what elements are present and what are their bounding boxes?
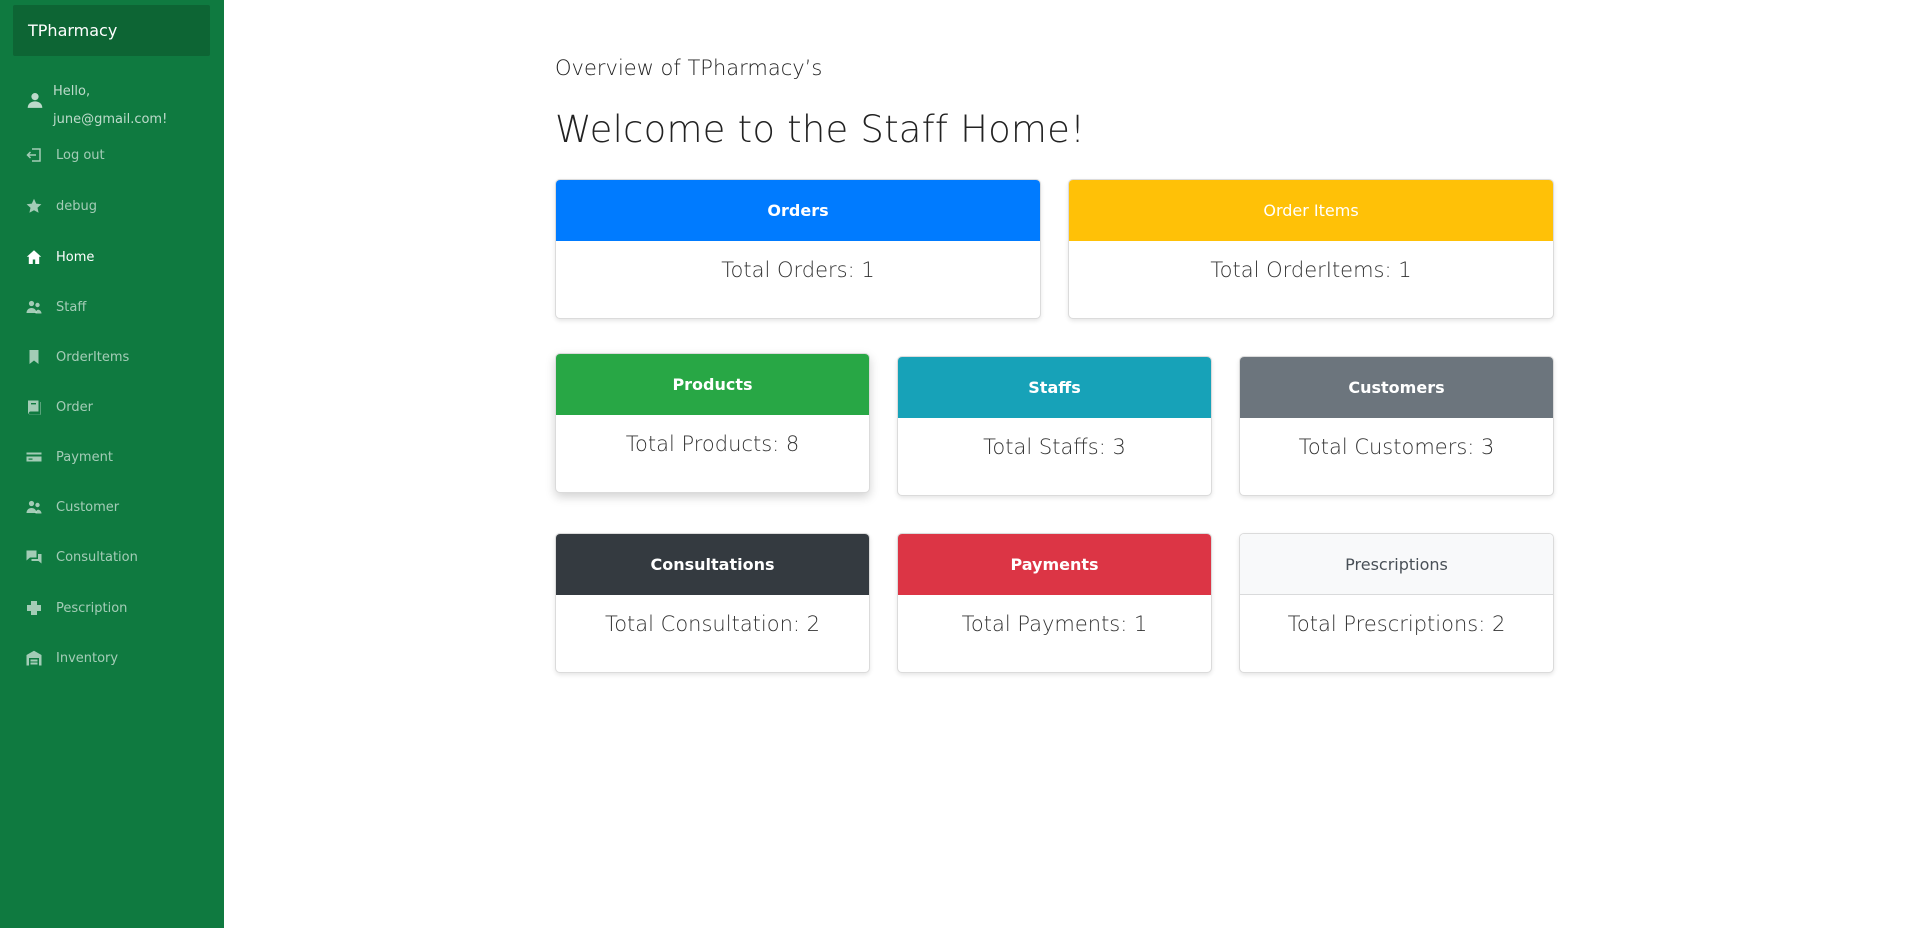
sidebar-item-staff[interactable]: Staff [26,295,86,319]
sidebar-item-order[interactable]: Order [26,395,93,419]
overview-subtitle: Overview of TPharmacy’s [555,56,823,80]
greeting-hello: Hello, [53,84,91,99]
card-header: Products [556,354,869,415]
sidebar-item-logout[interactable]: Log out [26,143,105,167]
sidebar-item-label: OrderItems [56,349,130,365]
sidebar-item-label: Home [56,249,95,265]
orders-card[interactable]: Orders Total Orders: 1 [555,179,1041,319]
user-icon [26,91,44,109]
chat-icon [26,549,42,565]
sidebar-item-payment[interactable]: Payment [26,445,113,469]
sidebar-item-label: Pescription [56,600,128,616]
users-icon [26,299,42,315]
page-title: Welcome to the Staff Home! [555,108,1086,151]
staffs-card[interactable]: Staffs Total Staffs: 3 [897,356,1212,496]
star-icon [26,198,42,214]
payments-card[interactable]: Payments Total Payments: 1 [897,533,1212,673]
sidebar-item-label: Log out [56,147,105,163]
card-body: Total Orders: 1 [721,258,875,282]
customers-card[interactable]: Customers Total Customers: 3 [1239,356,1554,496]
card-header: Prescriptions [1240,534,1553,595]
order-items-card[interactable]: Order Items Total OrderItems: 1 [1068,179,1554,319]
logout-icon [26,147,42,163]
sidebar-item-inventory[interactable]: Inventory [26,646,118,670]
card-body: Total Prescriptions: 2 [1287,612,1506,636]
sidebar-item-label: debug [56,198,97,214]
user-greeting: Hello, june@gmail.com! [26,78,167,134]
warehouse-icon [26,650,42,666]
card-header: Payments [898,534,1211,595]
card-body: Total OrderItems: 1 [1210,258,1412,282]
sidebar-item-label: Inventory [56,650,119,666]
sidebar-item-label: Customer [56,499,120,515]
sidebar: TPharmacy Hello, june@gmail.com! Log out… [0,0,224,928]
bookmark-icon [26,349,42,365]
card-header: Consultations [556,534,869,595]
sidebar-item-label: Staff [56,299,87,315]
card-body: Total Products: 8 [625,432,800,456]
sidebar-item-label: Payment [56,449,113,465]
card-body: Total Staffs: 3 [983,435,1126,459]
card-header: Orders [556,180,1040,241]
card-header: Customers [1240,357,1553,418]
prescriptions-card[interactable]: Prescriptions Total Prescriptions: 2 [1239,533,1554,673]
book-icon [26,399,42,415]
sidebar-item-customer[interactable]: Customer [26,495,119,519]
brand-logo[interactable]: TPharmacy [13,5,210,56]
greeting-email: june@gmail.com! [53,112,168,127]
card-body: Total Payments: 1 [961,612,1148,636]
sidebar-item-consultation[interactable]: Consultation [26,545,138,569]
home-icon [26,249,42,265]
sidebar-item-label: Order [56,399,93,415]
sidebar-item-debug[interactable]: debug [26,194,97,218]
sidebar-item-pescription[interactable]: Pescription [26,596,127,620]
products-card[interactable]: Products Total Products: 8 [555,353,870,493]
card-body: Total Consultation: 2 [604,612,821,636]
users-icon [26,499,42,515]
card-header: Order Items [1069,180,1553,241]
sidebar-item-label: Consultation [56,549,138,565]
sidebar-item-orderitems[interactable]: OrderItems [26,345,129,369]
card-body: Total Customers: 3 [1298,435,1495,459]
consultations-card[interactable]: Consultations Total Consultation: 2 [555,533,870,673]
plus-icon [26,600,42,616]
card-header: Staffs [898,357,1211,418]
credit-card-icon [26,449,42,465]
sidebar-item-home[interactable]: Home [26,245,94,269]
